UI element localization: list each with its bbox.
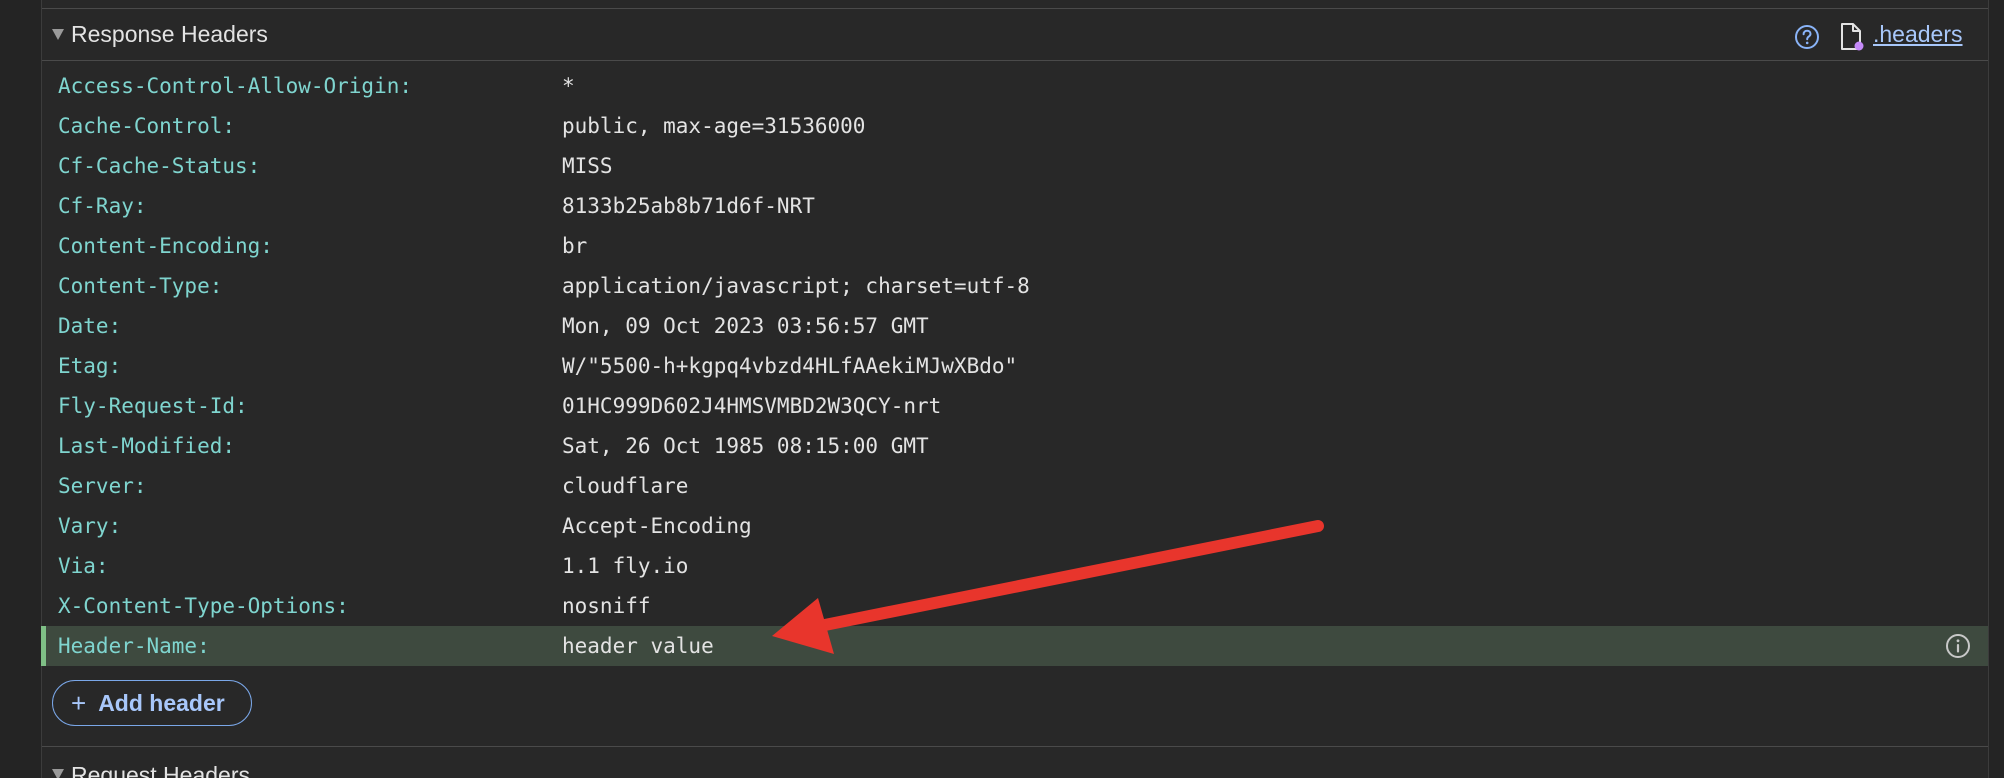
header-name: Cf-Cache-Status: bbox=[58, 154, 261, 178]
header-row[interactable]: Date: Mon, 09 Oct 2023 03:56:57 GMT bbox=[42, 306, 1988, 346]
header-name: Via: bbox=[58, 554, 109, 578]
header-name: Content-Type: bbox=[58, 274, 223, 298]
header-value: 8133b25ab8b71d6f-NRT bbox=[562, 194, 815, 218]
header-name: Date: bbox=[58, 314, 122, 338]
header-name: Vary: bbox=[58, 514, 122, 538]
help-circle-icon[interactable] bbox=[1794, 24, 1820, 50]
plus-icon: + bbox=[71, 688, 87, 718]
header-name: Etag: bbox=[58, 354, 122, 378]
header-row[interactable]: Etag: W/"5500-h+kgpq4vbzd4HLfAAekiMJwXBd… bbox=[42, 346, 1988, 386]
response-headers-section-header[interactable]: Response Headers .headers bbox=[42, 9, 1988, 61]
info-icon[interactable] bbox=[1945, 633, 1971, 659]
header-name: Content-Encoding: bbox=[58, 234, 273, 258]
header-row[interactable]: Cf-Cache-Status: MISS bbox=[42, 146, 1988, 186]
header-value: public, max-age=31536000 bbox=[562, 114, 866, 138]
section-title: Response Headers bbox=[71, 21, 268, 47]
header-row[interactable]: Cf-Ray: 8133b25ab8b71d6f-NRT bbox=[42, 186, 1988, 226]
header-value: W/"5500-h+kgpq4vbzd4HLfAAekiMJwXBdo" bbox=[562, 354, 1018, 378]
header-name: Access-Control-Allow-Origin: bbox=[58, 74, 413, 98]
expand-triangle-icon[interactable] bbox=[52, 769, 64, 778]
file-override-icon bbox=[1841, 23, 1864, 51]
header-value: * bbox=[562, 74, 575, 98]
header-value: application/javascript; charset=utf-8 bbox=[562, 274, 1030, 298]
header-value: 1.1 fly.io bbox=[562, 554, 689, 578]
request-headers-section-header[interactable]: Request Headers bbox=[42, 747, 1988, 778]
custom-header-name[interactable]: Header-Name: bbox=[58, 632, 210, 660]
header-value: cloudflare bbox=[562, 474, 689, 498]
custom-header-row[interactable]: Header-Name: header value bbox=[41, 626, 1988, 666]
header-row[interactable]: Access-Control-Allow-Origin: * bbox=[42, 66, 1988, 106]
header-row[interactable]: Server: cloudflare bbox=[42, 466, 1988, 506]
header-row[interactable]: Fly-Request-Id: 01HC999D602J4HMSVMBD2W3Q… bbox=[42, 386, 1988, 426]
expand-triangle-icon[interactable] bbox=[52, 29, 64, 40]
header-value: Mon, 09 Oct 2023 03:56:57 GMT bbox=[562, 314, 929, 338]
header-value: Sat, 26 Oct 1985 08:15:00 GMT bbox=[562, 434, 929, 458]
header-name: Last-Modified: bbox=[58, 434, 236, 458]
response-headers-list: Access-Control-Allow-Origin: * Cache-Con… bbox=[41, 66, 1988, 666]
header-name: Cache-Control: bbox=[58, 114, 236, 138]
header-name: Server: bbox=[58, 474, 147, 498]
headers-file-link[interactable]: .headers bbox=[1873, 20, 1963, 48]
add-header-button[interactable]: + Add header bbox=[52, 680, 252, 726]
header-row[interactable]: Last-Modified: Sat, 26 Oct 1985 08:15:00… bbox=[42, 426, 1988, 466]
header-value: Accept-Encoding bbox=[562, 514, 752, 538]
header-name: Cf-Ray: bbox=[58, 194, 147, 218]
header-value: MISS bbox=[562, 154, 613, 178]
header-value: nosniff bbox=[562, 594, 651, 618]
custom-header-value[interactable]: header value bbox=[562, 632, 714, 660]
header-value: 01HC999D602J4HMSVMBD2W3QCY-nrt bbox=[562, 394, 942, 418]
header-value: br bbox=[562, 234, 588, 258]
header-name: X-Content-Type-Options: bbox=[58, 594, 349, 618]
header-name: Fly-Request-Id: bbox=[58, 394, 248, 418]
header-row[interactable]: Vary: Accept-Encoding bbox=[42, 506, 1988, 546]
right-gutter bbox=[1988, 0, 2004, 778]
header-row[interactable]: X-Content-Type-Options: nosniff bbox=[42, 586, 1988, 626]
devtools-headers-panel: Response Headers .headers Access-Control… bbox=[0, 0, 2004, 778]
section-title: Request Headers bbox=[71, 762, 250, 778]
add-header-label: Add header bbox=[98, 690, 225, 716]
header-row[interactable]: Content-Encoding: br bbox=[42, 226, 1988, 266]
header-row[interactable]: Cache-Control: public, max-age=31536000 bbox=[42, 106, 1988, 146]
header-row[interactable]: Content-Type: application/javascript; ch… bbox=[42, 266, 1988, 306]
left-gutter bbox=[0, 0, 42, 778]
header-row[interactable]: Via: 1.1 fly.io bbox=[42, 546, 1988, 586]
